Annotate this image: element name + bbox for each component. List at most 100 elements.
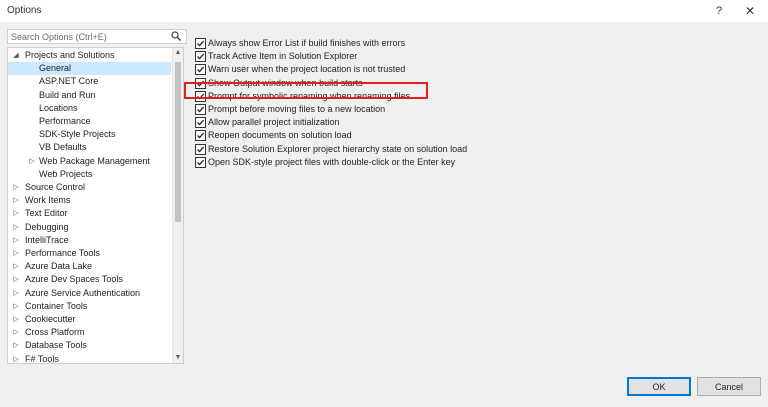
checkmark-icon [197,66,205,73]
tree-item[interactable]: ▷ F# Tools [8,353,171,364]
tree-item[interactable]: Web Projects [8,168,171,181]
expand-arrow-icon[interactable]: ▷ [12,353,20,363]
checkmark-icon [197,53,205,60]
tree-item[interactable]: Performance [8,115,171,128]
option-label[interactable]: Warn user when the project location is n… [208,64,405,75]
expand-arrow-icon[interactable]: ▷ [12,300,20,313]
option-checkbox[interactable] [195,64,206,76]
tree-item-label: ASP.NET Core [39,76,99,87]
tree-item[interactable]: ▷ Cross Platform [8,326,171,339]
checkmark-icon [197,119,205,126]
expand-arrow-icon[interactable]: ▷ [12,339,20,352]
option-label[interactable]: Open SDK-style project files with double… [208,157,455,168]
annotation-highlight-box [184,82,428,99]
tree-item[interactable]: ▷ Azure Service Authentication [8,287,171,300]
tree-item-label: F# Tools [25,353,59,364]
expand-arrow-icon[interactable]: ▷ [12,221,20,234]
expand-arrow-icon[interactable]: ▷ [12,273,20,286]
collapse-arrow-icon[interactable]: ◢ [12,49,20,62]
tree-item-label: Cookiecutter [25,314,76,324]
expand-arrow-icon[interactable]: ▷ [12,181,20,194]
option-label[interactable]: Always show Error List if build finishes… [208,38,405,49]
option-checkbox[interactable] [195,51,206,63]
tree-item-label: Azure Service Authentication [25,287,141,298]
tree-item-label: Performance [39,116,91,126]
expand-arrow-icon[interactable]: ▷ [12,194,20,207]
scroll-thumb[interactable] [175,62,181,222]
option-label[interactable]: Prompt before moving files to a new loca… [208,104,385,115]
tree-item[interactable]: Build and Run [8,89,171,102]
search-input[interactable] [7,29,187,44]
tree-item[interactable]: ▷ Web Package Management [8,155,171,168]
scroll-down-arrow-icon[interactable]: ▼ [173,353,183,363]
tree-item[interactable]: ▷ Text Editor [8,207,171,220]
option-checkbox[interactable] [195,117,206,129]
tree-item[interactable]: ▷ Performance Tools [8,247,171,260]
option-label[interactable]: Allow parallel project initialization [208,117,340,128]
tree-item[interactable]: VB Defaults [8,141,171,154]
search-icon[interactable] [171,31,181,41]
tree-item-label: Debugging [25,221,69,232]
help-button[interactable]: ? [704,1,734,21]
option-checkbox[interactable] [195,104,206,115]
expand-arrow-icon[interactable]: ▷ [12,207,20,220]
tree-item-label: VB Defaults [39,142,87,153]
tree-item[interactable]: ▷ Cookiecutter [8,313,171,326]
tree-item-label: Performance Tools [25,248,100,258]
tree-item-label: IntelliTrace [25,234,69,245]
window-title: Options [7,5,42,16]
expand-arrow-icon[interactable]: ▷ [12,287,20,300]
tree-item-label: Azure Data Lake [25,261,93,272]
tree-item[interactable]: ▷ Container Tools [8,300,171,313]
expand-arrow-icon[interactable]: ▷ [28,155,36,168]
tree-item-label: Cross Platform [25,327,85,338]
tree-item[interactable]: General [8,62,171,76]
tree-item-label: Container Tools [25,300,88,311]
expand-arrow-icon[interactable]: ▷ [12,234,20,247]
tree-item[interactable]: ▷ Database Tools [8,339,171,352]
expand-arrow-icon[interactable]: ▷ [12,247,20,260]
tree-item-label: Build and Run [39,89,96,100]
ok-button[interactable]: OK [627,377,691,396]
tree-item[interactable]: ▷ Work Items [8,194,171,207]
cancel-button[interactable]: Cancel [697,377,761,396]
tree-item[interactable]: ◢ Projects and Solutions [8,49,171,62]
checkmark-icon [197,132,205,139]
checkmark-icon [197,146,205,153]
tree-scrollbar[interactable]: ▲ ▼ [172,48,183,363]
option-label[interactable]: Track Active Item in Solution Explorer [208,51,357,62]
option-checkbox[interactable] [195,143,206,155]
options-tree: ◢ Projects and Solutions General ASP.NET Co… [7,47,184,364]
checkmark-icon [197,106,205,113]
close-button[interactable]: ✕ [735,1,765,21]
option-label[interactable]: Reopen documents on solution load [208,130,352,141]
tree-item[interactable]: ▷ Azure Data Lake [8,260,171,273]
tree-item-label: Work Items [25,195,71,206]
tree-item[interactable]: Locations [8,102,171,115]
tree-item-label: Database Tools [25,340,87,351]
checkmark-icon [197,40,205,47]
tree-item-label: General [39,63,72,74]
tree-item[interactable]: ▷ IntelliTrace [8,234,171,247]
tree-item[interactable]: ▷ Debugging [8,221,171,234]
option-checkbox[interactable] [195,130,206,142]
title-bar: Options ? ✕ [0,0,768,22]
tree-item-label: Source Control [25,182,86,192]
tree-item-label: Web Projects [39,168,93,179]
tree-item[interactable]: SDK-Style Projects [8,128,171,141]
option-label[interactable]: Restore Solution Explorer project hierar… [208,144,467,155]
tree-item-label: Azure Dev Spaces Tools [25,274,123,285]
option-checkbox[interactable] [195,38,206,49]
tree-item[interactable]: ▷ Source Control [8,181,171,194]
scroll-up-arrow-icon[interactable]: ▲ [173,48,183,58]
option-checkbox[interactable] [195,156,206,168]
tree-item-label: Projects and Solutions [25,50,115,60]
tree-item[interactable]: ▷ Azure Dev Spaces Tools [8,273,171,286]
checkmark-icon [197,159,205,166]
tree-item[interactable]: ASP.NET Core [8,75,171,88]
tree-item-label: Web Package Management [39,155,150,166]
expand-arrow-icon[interactable]: ▷ [12,260,20,273]
expand-arrow-icon[interactable]: ▷ [12,313,20,326]
tree-item-label: SDK-Style Projects [39,129,116,140]
expand-arrow-icon[interactable]: ▷ [12,326,20,339]
